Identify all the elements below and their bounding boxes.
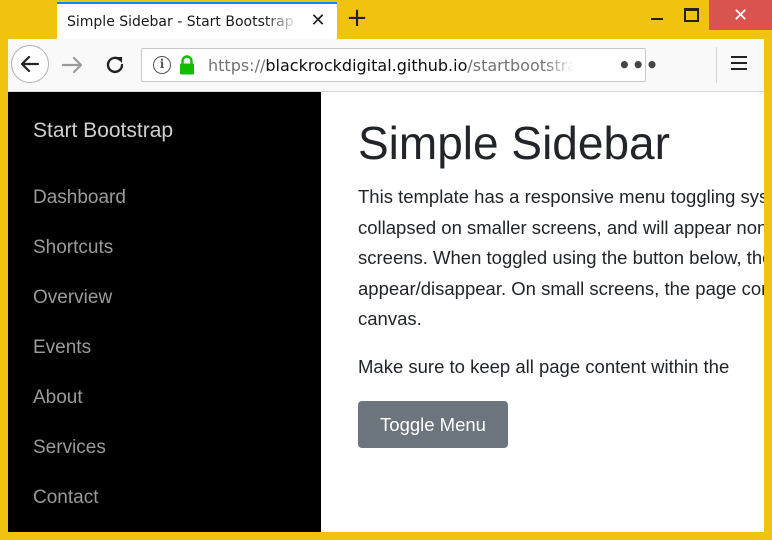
url-text[interactable]: https://blackrockdigital.github.io/start… [208,56,574,76]
intro-line: appear/disappear. On small screens, the … [358,277,764,299]
sidebar-item-contact[interactable]: Contact [33,487,98,509]
browser-tab[interactable]: Simple Sidebar - Start Bootstrap Templat… [57,2,337,39]
toolbar-separator [716,47,717,83]
url-scheme: https:// [208,56,266,75]
address-bar[interactable]: i https://blackrockdigital.github.io/sta… [141,48,658,82]
window-titlebar: Simple Sidebar - Start Bootstrap Templat… [0,0,772,39]
sidebar-item-overview[interactable]: Overview [33,287,112,309]
minimize-icon [651,18,663,20]
lock-icon[interactable] [178,55,196,75]
tab-title: Simple Sidebar - Start Bootstrap Templat… [67,13,299,30]
main-content: Simple Sidebar This template has a respo… [358,92,764,532]
back-arrow-icon [20,55,40,73]
reload-icon [106,56,124,74]
back-button[interactable] [11,45,49,83]
intro-line: collapsed on smaller screens, and will a… [358,216,764,238]
reload-button[interactable] [102,52,128,78]
tab-close-icon[interactable]: ✕ [309,12,327,30]
sidebar-item-events[interactable]: Events [33,337,91,359]
forward-button[interactable] [60,52,86,78]
maximize-icon [683,8,699,22]
sidebar: Start Bootstrap Dashboard Shortcuts Over… [8,92,321,532]
hamburger-menu-icon[interactable] [731,56,747,72]
window-close-button[interactable]: ✕ [709,0,772,30]
sidebar-brand[interactable]: Start Bootstrap [33,119,173,143]
page-title: Simple Sidebar [358,117,670,169]
sidebar-item-services[interactable]: Services [33,437,106,459]
note-paragraph: Make sure to keep all page content withi… [358,356,730,377]
sidebar-item-dashboard[interactable]: Dashboard [33,187,126,209]
window-bottom-border [0,532,772,540]
url-path: /startbootstrap-simple-sidebar/ [467,56,574,75]
minimize-button[interactable] [642,0,672,30]
navigation-toolbar: i https://blackrockdigital.github.io/sta… [8,39,764,92]
toggle-menu-button[interactable]: Toggle Menu [358,401,508,448]
page-actions-icon[interactable]: ••• [618,53,659,77]
sidebar-item-about[interactable]: About [33,387,83,409]
sidebar-item-shortcuts[interactable]: Shortcuts [33,237,113,259]
page-viewport: Start Bootstrap Dashboard Shortcuts Over… [8,92,764,532]
intro-line: This template has a responsive menu togg… [358,186,764,207]
info-icon[interactable]: i [153,56,171,74]
url-domain: blackrockdigital.github.io [265,56,468,75]
maximize-button[interactable] [676,0,706,30]
close-icon: ✕ [732,4,749,26]
intro-paragraph: This template has a responsive menu togg… [358,182,764,335]
new-tab-button[interactable]: + [344,5,370,32]
forward-arrow-icon [61,56,83,74]
intro-line: screens. When toggled using the button b… [358,247,764,268]
intro-line: canvas. [358,308,422,329]
